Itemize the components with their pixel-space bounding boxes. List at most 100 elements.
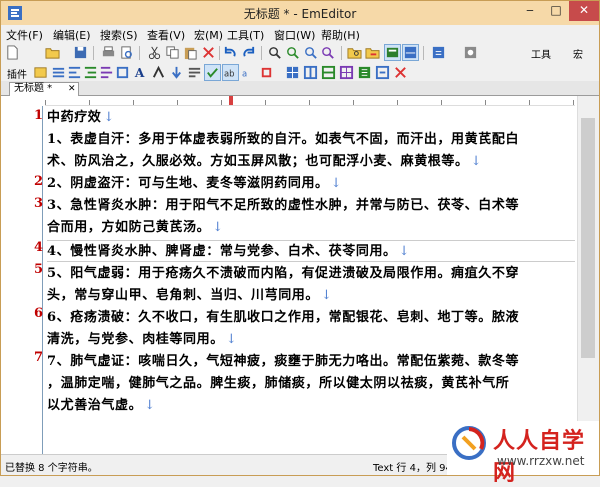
new-file-icon[interactable]	[5, 45, 20, 60]
replace-in-files-icon[interactable]	[365, 45, 380, 60]
save-icon[interactable]	[73, 45, 88, 60]
toolbar-separator	[93, 46, 94, 60]
cursor-position: Text 行 4，列 94	[373, 463, 452, 474]
text-line: 术、防风治之，久服必效。方如玉屏风散；也可配浮小麦、麻黄根等。 ↓	[47, 150, 482, 172]
svg-text:A: A	[134, 66, 145, 80]
text-line: 头，常与穿山甲、皂角刺、当归、川芎同用。 ↓	[47, 284, 333, 306]
macro-toolbar-label[interactable]: 宏	[573, 46, 583, 61]
find-previous-icon[interactable]	[303, 45, 318, 60]
watermark-url: www.rrzxw.net	[497, 454, 585, 468]
plugin-columns-icon[interactable]	[303, 65, 318, 80]
properties-icon[interactable]	[431, 45, 446, 60]
line-text: 中药疗效	[47, 110, 102, 125]
menu-edit[interactable]: 编辑(E)	[53, 27, 91, 43]
scrollbar-thumb[interactable]	[581, 118, 595, 358]
ruler-tick	[177, 100, 178, 105]
find-next-icon[interactable]	[285, 45, 300, 60]
plugin-charmap-icon[interactable]: ab	[222, 64, 239, 81]
plugin-word-count-icon[interactable]	[187, 65, 202, 80]
maximize-button[interactable]: □	[543, 1, 569, 21]
svg-text:ab: ab	[224, 68, 235, 78]
toolbar-separator	[139, 46, 140, 60]
plugin-rows-icon[interactable]	[321, 65, 336, 80]
open-folder-icon[interactable]	[45, 45, 60, 60]
newline-mark: ↓	[212, 220, 224, 235]
ruler-tick	[133, 100, 134, 105]
ruler-tick	[353, 100, 354, 105]
line-number: 6	[33, 306, 43, 321]
text-line: 2、阴虚盗汗：可与生地、麦冬等滋阴药同用。 ↓	[47, 172, 342, 194]
plugin-table-icon[interactable]	[285, 65, 300, 80]
text-line: 1、表虚自汗：多用于体虚表弱所致的自汗。如表气不固，而汗出，用黄芪配白	[47, 128, 521, 150]
plugin-compare-icon[interactable]	[375, 65, 390, 80]
word-wrap-icon[interactable]	[384, 44, 401, 61]
split-window-icon[interactable]	[402, 44, 419, 61]
gutter-divider	[42, 106, 43, 454]
line-number: 3	[33, 196, 43, 211]
ruler-tick	[441, 100, 442, 105]
plugin-explorer-icon[interactable]	[67, 65, 82, 80]
ruler-tick	[397, 100, 398, 105]
copy-icon[interactable]	[165, 45, 180, 60]
menu-view[interactable]: 查看(V)	[147, 27, 185, 43]
plugin-projects-icon[interactable]	[115, 65, 130, 80]
editor-pane[interactable]: 1 2 3 4 5 6 7 中药疗效 ↓ 1、表虚自汗：多用于体虚表弱所致的自汗。…	[1, 96, 599, 454]
plugin-word-complete-icon[interactable]	[259, 65, 274, 80]
menu-help[interactable]: 帮助(H)	[321, 27, 360, 43]
paste-icon[interactable]	[183, 45, 198, 60]
print-preview-icon[interactable]	[119, 45, 134, 60]
line-text: 清洗，与党参、肉桂等同用。	[47, 332, 224, 347]
line-text: 以尤善治气虚。	[47, 398, 143, 413]
tab-untitled[interactable]: 无标题 * ✕	[9, 82, 79, 96]
find-in-files-icon[interactable]	[347, 45, 362, 60]
main-toolbar: 工具 宏	[1, 43, 599, 63]
find-icon[interactable]	[267, 45, 282, 60]
customize-icon[interactable]	[463, 45, 478, 60]
print-icon[interactable]	[101, 45, 116, 60]
text-line: 中药疗效 ↓	[47, 106, 115, 128]
text-content[interactable]: 中药疗效 ↓ 1、表虚自汗：多用于体虚表弱所致的自汗。如表气不固，而汗出，用黄芪配…	[47, 106, 575, 454]
editor-window: 无标题 * - EmEditor ‒ □ ✕ 文件(F) 编辑(E) 搜索(S)…	[0, 0, 600, 486]
plugin-html-bar-icon[interactable]	[83, 65, 98, 80]
menu-tools[interactable]: 工具(T)	[227, 27, 264, 43]
plugin-sort-icon[interactable]	[357, 65, 372, 80]
site-watermark: 人人自学网 www.rrzxw.net	[447, 421, 599, 486]
minimize-button[interactable]: ‒	[517, 1, 543, 21]
watermark-logo	[452, 426, 486, 460]
tools-toolbar-label[interactable]: 工具	[531, 46, 551, 61]
toolbar-separator	[261, 46, 262, 60]
close-button[interactable]: ✕	[569, 1, 599, 21]
title-bar: 无标题 * - EmEditor ‒ □ ✕	[1, 1, 599, 25]
menu-file[interactable]: 文件(F)	[6, 27, 43, 43]
tab-close-icon[interactable]: ✕	[68, 83, 76, 95]
plugin-ctags-icon[interactable]	[33, 65, 48, 80]
ruler-tick	[485, 100, 486, 105]
plugin-check-icon[interactable]	[204, 64, 221, 81]
newline-mark: ↓	[321, 288, 333, 303]
cut-icon[interactable]	[147, 45, 162, 60]
text-line: 5、阳气虚弱：用于疮疡久不溃破而内陷，有促进溃破及局限作用。痈疽久不穿	[47, 262, 521, 284]
plugin-close-icon[interactable]	[393, 65, 408, 80]
plugin-font-icon[interactable]: A	[133, 65, 148, 80]
toolbar-separator	[341, 46, 342, 60]
toolbar-separator	[423, 46, 424, 60]
menu-macro[interactable]: 宏(M)	[194, 27, 223, 43]
ruler-tick	[529, 100, 530, 105]
plugin-snippets-icon[interactable]	[99, 65, 114, 80]
ruler-tick	[45, 100, 46, 105]
line-text: 术、防风治之，久服必效。方如玉屏风散；也可配浮小麦、麻黄根等。	[47, 154, 469, 169]
plugin-move-down-icon[interactable]	[169, 65, 184, 80]
menu-window[interactable]: 窗口(W)	[274, 27, 315, 43]
plugin-grid-icon[interactable]	[339, 65, 354, 80]
plugin-case-icon[interactable]	[151, 65, 166, 80]
vertical-scrollbar[interactable]	[577, 96, 599, 454]
plugin-outline-icon[interactable]	[51, 65, 66, 80]
newline-mark: ↓	[225, 332, 238, 347]
plugin-marker-icon[interactable]: a	[241, 65, 256, 80]
delete-icon[interactable]	[201, 45, 216, 60]
replace-icon[interactable]	[321, 45, 336, 60]
redo-icon[interactable]	[241, 45, 256, 60]
newline-mark: ↓	[470, 154, 483, 169]
menu-search[interactable]: 搜索(S)	[100, 27, 138, 43]
undo-icon[interactable]	[223, 45, 238, 60]
